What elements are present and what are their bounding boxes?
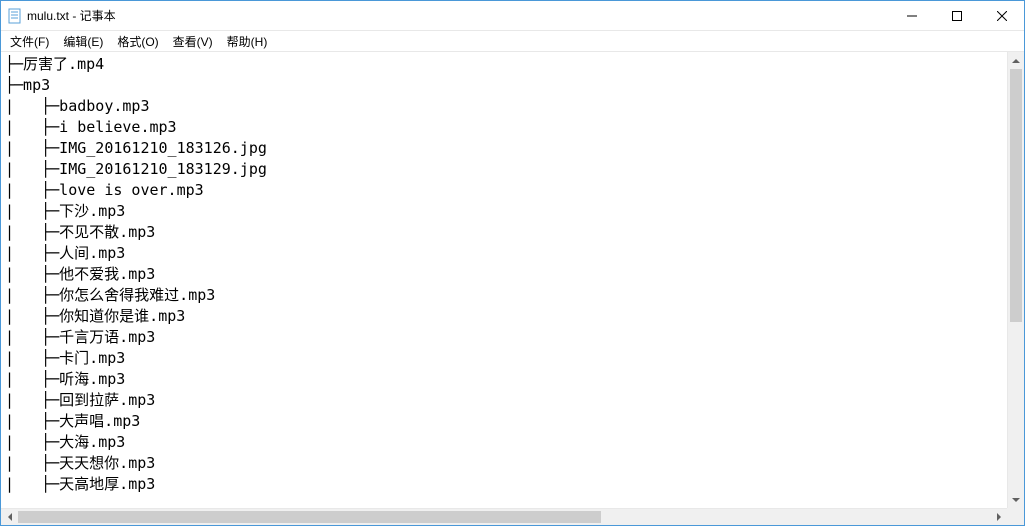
menu-help[interactable]: 帮助(H) bbox=[220, 31, 275, 52]
chevron-right-icon bbox=[995, 513, 1003, 521]
scroll-thumb-vertical[interactable] bbox=[1010, 69, 1022, 322]
minimize-button[interactable] bbox=[889, 1, 934, 30]
maximize-button[interactable] bbox=[934, 1, 979, 30]
window-controls bbox=[889, 1, 1024, 30]
chevron-down-icon bbox=[1012, 496, 1020, 504]
notepad-window: mulu.txt - 记事本 文件(F) 编辑(E) 格式(O) 查看(V) 帮… bbox=[0, 0, 1025, 526]
scrollbar-corner bbox=[1007, 508, 1024, 525]
menu-file[interactable]: 文件(F) bbox=[3, 31, 56, 52]
maximize-icon bbox=[952, 11, 962, 21]
scroll-up-button[interactable] bbox=[1008, 52, 1024, 69]
menu-format[interactable]: 格式(O) bbox=[110, 31, 165, 52]
titlebar[interactable]: mulu.txt - 记事本 bbox=[1, 1, 1024, 31]
scroll-down-button[interactable] bbox=[1008, 491, 1024, 508]
close-button[interactable] bbox=[979, 1, 1024, 30]
window-title: mulu.txt - 记事本 bbox=[27, 7, 116, 24]
chevron-up-icon bbox=[1012, 57, 1020, 65]
notepad-icon bbox=[7, 8, 23, 24]
bottom-row bbox=[1, 508, 1024, 525]
scroll-thumb-horizontal[interactable] bbox=[18, 511, 601, 523]
content-wrap: ├─厉害了.mp4 ├─mp3 | ├─badboy.mp3 | ├─i bel… bbox=[1, 51, 1024, 508]
text-area[interactable]: ├─厉害了.mp4 ├─mp3 | ├─badboy.mp3 | ├─i bel… bbox=[1, 52, 1007, 508]
close-icon bbox=[997, 11, 1007, 21]
horizontal-scrollbar[interactable] bbox=[1, 508, 1007, 525]
chevron-left-icon bbox=[6, 513, 14, 521]
scroll-right-button[interactable] bbox=[990, 509, 1007, 525]
scroll-left-button[interactable] bbox=[1, 509, 18, 525]
minimize-icon bbox=[907, 11, 917, 21]
scroll-track-vertical[interactable] bbox=[1008, 69, 1024, 491]
menu-view[interactable]: 查看(V) bbox=[166, 31, 220, 52]
menu-edit[interactable]: 编辑(E) bbox=[56, 31, 110, 52]
scroll-track-horizontal[interactable] bbox=[18, 509, 990, 525]
menubar: 文件(F) 编辑(E) 格式(O) 查看(V) 帮助(H) bbox=[1, 31, 1024, 51]
vertical-scrollbar[interactable] bbox=[1007, 52, 1024, 508]
